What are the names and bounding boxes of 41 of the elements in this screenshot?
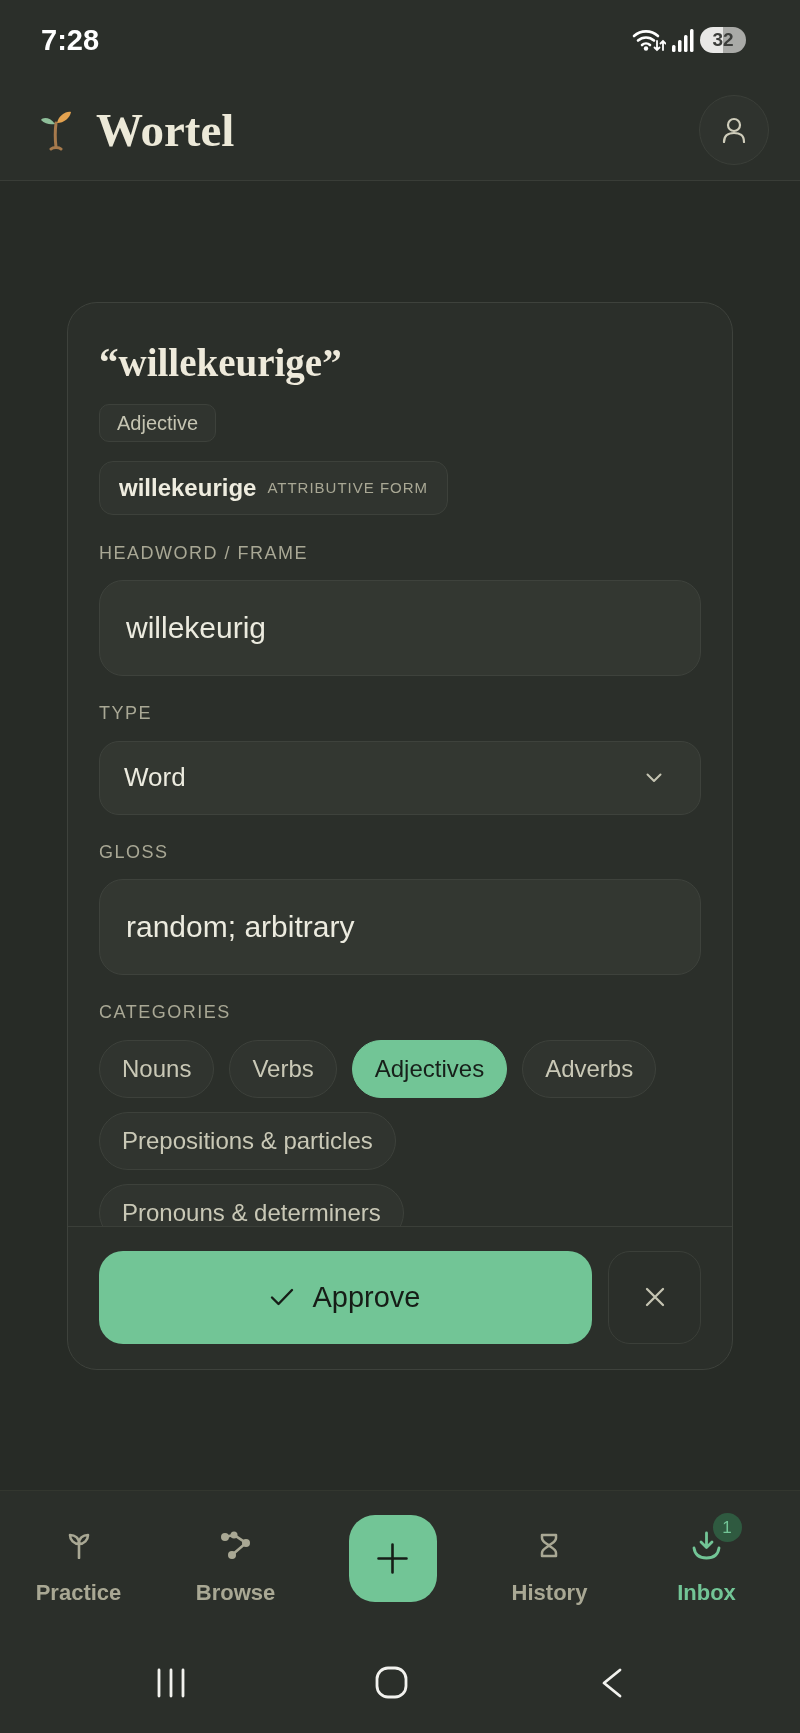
- app-title: Wortel: [96, 103, 235, 158]
- category-chip[interactable]: Adverbs: [522, 1039, 657, 1098]
- battery-indicator: 32: [700, 27, 746, 53]
- download-tray-icon: [692, 1530, 721, 1560]
- signal-icon: [672, 28, 694, 52]
- category-chip[interactable]: Verbs: [229, 1039, 337, 1098]
- category-chip[interactable]: Pronouns & determiners: [99, 1183, 404, 1226]
- category-chip[interactable]: Adjectives: [351, 1039, 508, 1098]
- graph-nodes-icon: [220, 1530, 251, 1560]
- nav-tab[interactable]: History: [511, 1515, 588, 1606]
- home-icon[interactable]: [374, 1666, 408, 1699]
- field-label: CATEGORIES: [99, 1000, 231, 1024]
- category-chip[interactable]: Prepositions & particles: [99, 1111, 396, 1170]
- chevron-down-icon: [646, 772, 662, 783]
- nav-tab[interactable]: Browse: [195, 1515, 276, 1606]
- text-input[interactable]: random; arbitrary: [99, 878, 701, 975]
- form-label: ATTRIBUTIVE FORM: [267, 479, 429, 496]
- text-input[interactable]: willekeurig: [99, 579, 701, 676]
- sprout-logo-icon: [40, 109, 72, 151]
- entry-title: “willekeurige”: [99, 340, 342, 385]
- form-word: willekeurige: [119, 473, 257, 502]
- sprout-icon: [67, 1531, 90, 1559]
- plus-icon: [377, 1543, 408, 1574]
- nav-tab[interactable]: Practice: [35, 1515, 122, 1606]
- field-label: HEADWORD / FRAME: [99, 541, 308, 565]
- approve-button[interactable]: Approve: [99, 1250, 592, 1344]
- field-label: TYPE: [99, 701, 152, 725]
- clock-time: 7:28: [41, 23, 100, 57]
- check-icon: [270, 1288, 295, 1306]
- hourglass-icon: [539, 1532, 560, 1558]
- count-badge: 1: [712, 1513, 742, 1542]
- recent-apps-icon[interactable]: [156, 1667, 186, 1698]
- person-icon: [722, 117, 746, 143]
- add-button[interactable]: [348, 1515, 437, 1602]
- field-label: GLOSS: [99, 840, 169, 864]
- close-icon: [644, 1287, 665, 1307]
- wifi-icon: [632, 28, 666, 52]
- back-icon[interactable]: [600, 1667, 622, 1698]
- dropdown-select[interactable]: Word: [99, 740, 701, 815]
- category-chip[interactable]: Nouns: [99, 1039, 215, 1098]
- part-of-speech-tag: Adjective: [99, 403, 217, 442]
